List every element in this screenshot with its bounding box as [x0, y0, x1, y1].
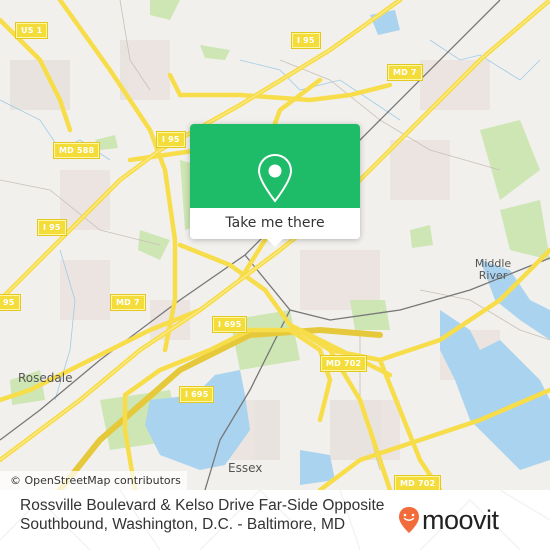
moovit-logo[interactable]: moovit	[398, 504, 499, 536]
footer: Rossville Boulevard & Kelso Drive Far-Si…	[0, 490, 550, 550]
road-shield-md702: MD 702	[393, 475, 442, 490]
popup-header	[190, 124, 360, 208]
road-shield-us1: US 1	[14, 22, 49, 39]
road-shield-i695: I 695	[178, 386, 215, 403]
road-shield-md702: MD 702	[319, 355, 368, 372]
location-popup: Take me there	[190, 124, 360, 247]
map-attribution[interactable]: © OpenStreetMap contributors	[0, 471, 187, 490]
stop-title: Rossville Boulevard & Kelso Drive Far-Si…	[20, 497, 385, 533]
take-me-there-button[interactable]: Take me there	[190, 208, 360, 239]
road-shield-i95: 95	[0, 294, 21, 311]
road-shield-i95: I 95	[156, 131, 186, 148]
road-shield-i95: I 95	[37, 219, 67, 236]
road-shield-md588: MD 588	[52, 142, 101, 159]
place-label-middle-river: Middle River	[474, 257, 512, 282]
place-label-rosedale: Rosedale	[18, 371, 73, 385]
road-shield-i95: I 95	[291, 32, 321, 49]
road-shield-i695: I 695	[211, 316, 248, 333]
location-pin-icon	[257, 153, 293, 203]
popup-pointer	[267, 239, 283, 247]
moovit-pin-icon	[399, 507, 419, 533]
road-shield-md7: MD 7	[110, 294, 146, 311]
moovit-wordmark: moovit	[422, 504, 499, 535]
road-shield-md7: MD 7	[387, 64, 423, 81]
place-label-essex: Essex	[228, 461, 263, 475]
map[interactable]: US 1 I 95 I 95 I 95 95 MD 588 MD 7 MD 7 …	[0, 0, 550, 490]
